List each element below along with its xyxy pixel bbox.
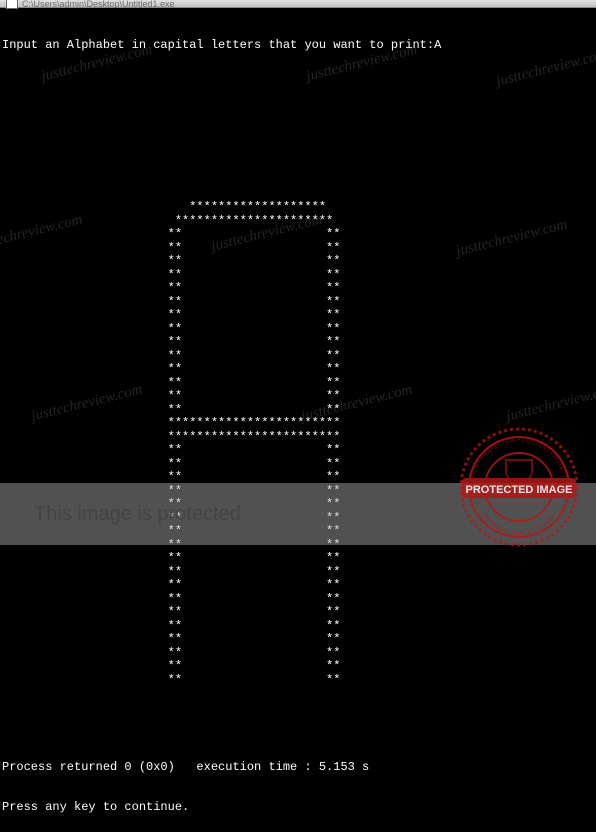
ascii-art-line: ******************* bbox=[2, 201, 594, 215]
ascii-art-line: ************************ bbox=[2, 417, 594, 431]
ascii-art-line: ** ** bbox=[2, 633, 594, 647]
ascii-art-line: ** ** bbox=[2, 228, 594, 242]
input-prompt-line: Input an Alphabet in capital letters tha… bbox=[2, 39, 594, 53]
ascii-art-line: ** ** bbox=[2, 525, 594, 539]
ascii-art-line: ** ** bbox=[2, 404, 594, 418]
blank-line bbox=[2, 161, 594, 175]
ascii-art-line: ** ** bbox=[2, 363, 594, 377]
ascii-art-line: ** ** bbox=[2, 458, 594, 472]
ascii-art-line: ** ** bbox=[2, 606, 594, 620]
console-output: Input an Alphabet in capital letters tha… bbox=[0, 8, 596, 832]
process-status-line: Process returned 0 (0x0) execution time … bbox=[2, 761, 594, 775]
ascii-art-line: ** ** bbox=[2, 579, 594, 593]
ascii-art-line: ** ** bbox=[2, 296, 594, 310]
ascii-art-line: ** ** bbox=[2, 242, 594, 256]
input-value: A bbox=[434, 38, 441, 52]
blank-line bbox=[2, 714, 594, 728]
ascii-art-line: ** ** bbox=[2, 350, 594, 364]
ascii-art-line: ** ** bbox=[2, 269, 594, 283]
ascii-art-line: ** ** bbox=[2, 512, 594, 526]
ascii-art-line: ** ** bbox=[2, 377, 594, 391]
window-titlebar: C:\Users\admin\Desktop\Untitled1.exe bbox=[0, 0, 596, 8]
ascii-art-line: ************************ bbox=[2, 431, 594, 445]
ascii-art-line: ** ** bbox=[2, 539, 594, 553]
ascii-art-line: ** ** bbox=[2, 282, 594, 296]
ascii-art-line: ** ** bbox=[2, 471, 594, 485]
ascii-art-line: ** ** bbox=[2, 620, 594, 634]
ascii-art-line: ** ** bbox=[2, 660, 594, 674]
window-title: C:\Users\admin\Desktop\Untitled1.exe bbox=[22, 0, 175, 9]
continue-prompt: Press any key to continue. bbox=[2, 801, 594, 815]
input-prompt-text: Input an Alphabet in capital letters tha… bbox=[2, 38, 434, 52]
ascii-art-line: ** ** bbox=[2, 485, 594, 499]
ascii-art-line: ** ** bbox=[2, 255, 594, 269]
blank-line bbox=[2, 120, 594, 134]
ascii-art-line: ** ** bbox=[2, 647, 594, 661]
ascii-art-line: ** ** bbox=[2, 552, 594, 566]
ascii-art-line: ** ** bbox=[2, 593, 594, 607]
ascii-art-line: ** ** bbox=[2, 323, 594, 337]
ascii-art-line: ** ** bbox=[2, 498, 594, 512]
ascii-art-output: ******************* ********************… bbox=[2, 201, 594, 687]
blank-line bbox=[2, 80, 594, 94]
ascii-art-line: ** ** bbox=[2, 674, 594, 688]
ascii-art-line: ** ** bbox=[2, 444, 594, 458]
ascii-art-line: ** ** bbox=[2, 566, 594, 580]
terminal-icon bbox=[6, 0, 18, 9]
ascii-art-line: ** ** bbox=[2, 390, 594, 404]
ascii-art-line: ** ** bbox=[2, 336, 594, 350]
ascii-art-line: ********************** bbox=[2, 215, 594, 229]
ascii-art-line: ** ** bbox=[2, 309, 594, 323]
